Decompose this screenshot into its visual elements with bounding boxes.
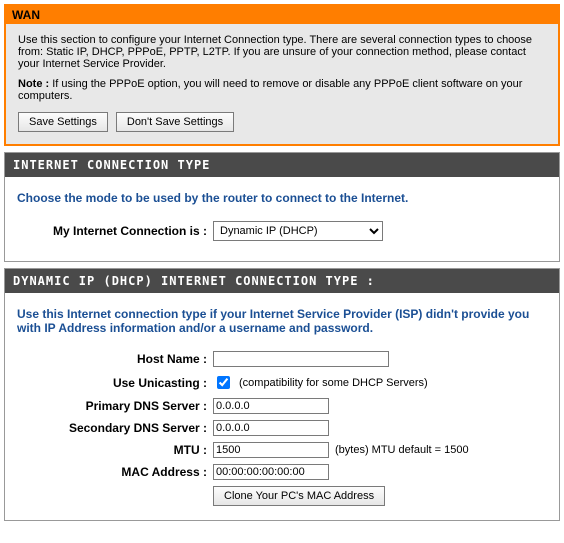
- wan-title: WAN: [6, 6, 558, 24]
- host-name-input[interactable]: [213, 351, 389, 367]
- dhcp-title: DYNAMIC IP (DHCP) INTERNET CONNECTION TY…: [5, 269, 559, 293]
- dhcp-instruction: Use this Internet connection type if you…: [17, 307, 547, 335]
- mtu-label: MTU :: [17, 443, 213, 457]
- unicast-checkbox[interactable]: [217, 376, 230, 389]
- unicast-hint: (compatibility for some DHCP Servers): [239, 377, 428, 389]
- wan-note-label: Note :: [18, 78, 49, 90]
- host-name-label: Host Name :: [17, 352, 213, 366]
- wan-note-text: If using the PPPoE option, you will need…: [18, 78, 522, 102]
- primary-dns-label: Primary DNS Server :: [17, 399, 213, 413]
- primary-dns-input[interactable]: [213, 398, 329, 414]
- dhcp-section: DYNAMIC IP (DHCP) INTERNET CONNECTION TY…: [4, 268, 560, 521]
- ict-label: My Internet Connection is :: [17, 224, 213, 238]
- mac-input[interactable]: [213, 464, 329, 480]
- save-settings-button[interactable]: Save Settings: [18, 112, 108, 132]
- mac-label: MAC Address :: [17, 465, 213, 479]
- mtu-input[interactable]: [213, 442, 329, 458]
- mtu-hint: (bytes) MTU default = 1500: [335, 444, 469, 456]
- unicast-label: Use Unicasting :: [17, 376, 213, 390]
- ict-instruction: Choose the mode to be used by the router…: [17, 191, 547, 205]
- wan-intro-text: Use this section to configure your Inter…: [18, 34, 546, 70]
- secondary-dns-label: Secondary DNS Server :: [17, 421, 213, 435]
- secondary-dns-input[interactable]: [213, 420, 329, 436]
- internet-connection-select[interactable]: Dynamic IP (DHCP): [213, 221, 383, 241]
- wan-panel: WAN Use this section to configure your I…: [4, 4, 560, 146]
- ict-title: INTERNET CONNECTION TYPE: [5, 153, 559, 177]
- dont-save-settings-button[interactable]: Don't Save Settings: [116, 112, 234, 132]
- clone-mac-button[interactable]: Clone Your PC's MAC Address: [213, 486, 385, 506]
- internet-connection-type-section: INTERNET CONNECTION TYPE Choose the mode…: [4, 152, 560, 262]
